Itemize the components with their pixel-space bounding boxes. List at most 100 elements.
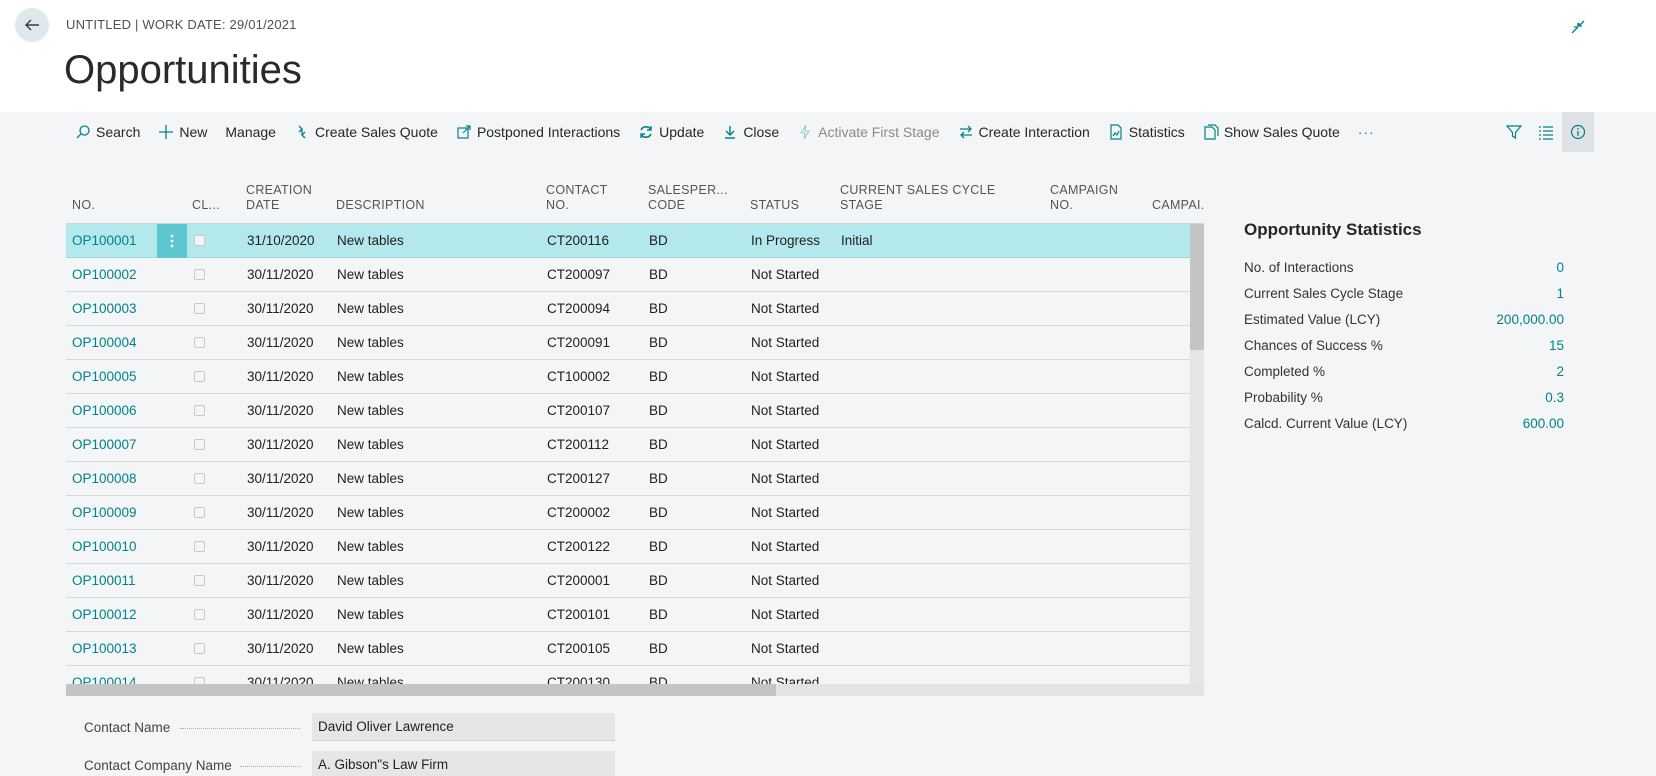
table-row[interactable]: OP100002 30/11/2020 New tables CT200097 BD No… <box>66 258 1204 292</box>
factbox-toggle-button[interactable] <box>1562 112 1594 152</box>
column-header-no[interactable]: NO. <box>72 198 95 213</box>
cell-creation-date: 30/11/2020 <box>247 471 314 486</box>
column-header-closed[interactable]: CL... <box>192 198 220 213</box>
table-row[interactable]: OP100003 30/11/2020 New tables CT200094 BD No… <box>66 292 1204 326</box>
factbox-value[interactable]: 0.3 <box>1545 390 1564 416</box>
cell-description: New tables <box>337 573 404 588</box>
table-row[interactable]: OP100004 30/11/2020 New tables CT200091 BD No… <box>66 326 1204 360</box>
cell-opportunity-no[interactable]: OP100005 <box>72 369 137 384</box>
closed-checkbox[interactable] <box>194 269 205 280</box>
column-header-campaign[interactable]: CAMPAI... <box>1152 198 1204 213</box>
cell-status: Not Started <box>751 403 820 418</box>
create-sales-quote-action[interactable]: Create Sales Quote <box>285 112 447 152</box>
factbox-value[interactable]: 2 <box>1556 364 1564 390</box>
column-header-creation-date[interactable]: CREATION DATE <box>246 183 312 213</box>
contact-company-input[interactable]: A. Gibson"s Law Firm <box>312 751 615 776</box>
cell-opportunity-no[interactable]: OP100010 <box>72 539 137 554</box>
cell-status: Not Started <box>751 437 820 452</box>
closed-checkbox[interactable] <box>194 575 205 586</box>
back-button[interactable] <box>15 8 49 42</box>
closed-checkbox[interactable] <box>194 507 205 518</box>
cell-opportunity-no[interactable]: OP100008 <box>72 471 137 486</box>
horizontal-scrollbar-thumb[interactable] <box>66 684 776 696</box>
cell-opportunity-no[interactable]: OP100009 <box>72 505 137 520</box>
search-action[interactable]: Search <box>66 112 149 152</box>
vertical-scrollbar-thumb[interactable] <box>1190 224 1204 350</box>
filter-button[interactable] <box>1498 112 1530 152</box>
closed-checkbox[interactable] <box>194 337 205 348</box>
cell-creation-date: 30/11/2020 <box>247 641 314 656</box>
collapse-button[interactable] <box>1566 15 1590 39</box>
document-icon <box>1204 124 1219 140</box>
close-action[interactable]: Close <box>713 112 788 152</box>
table-row[interactable]: OP100005 30/11/2020 New tables CT100002 BD No… <box>66 360 1204 394</box>
closed-checkbox[interactable] <box>194 609 205 620</box>
column-header-contact-no[interactable]: CONTACT NO. <box>546 183 608 213</box>
table-row[interactable]: OP100008 30/11/2020 New tables CT200127 BD No… <box>66 462 1204 496</box>
more-actions-button[interactable]: ··· <box>1349 112 1384 152</box>
closed-checkbox[interactable] <box>194 473 205 484</box>
closed-checkbox[interactable] <box>194 439 205 450</box>
column-header-status[interactable]: STATUS <box>750 198 799 213</box>
list-view-button[interactable] <box>1530 112 1562 152</box>
table-row[interactable]: OP100013 30/11/2020 New tables CT200105 BD No… <box>66 632 1204 666</box>
row-actions-menu-button[interactable] <box>157 224 187 258</box>
contact-company-label: Contact Company Name <box>84 758 232 773</box>
cell-opportunity-no[interactable]: OP100001 <box>72 233 137 248</box>
vertical-scrollbar[interactable] <box>1190 224 1204 696</box>
table-row[interactable]: OP100012 30/11/2020 New tables CT200101 BD No… <box>66 598 1204 632</box>
factbox-value[interactable]: 1 <box>1556 286 1564 312</box>
manage-action[interactable]: Manage <box>216 112 285 152</box>
cell-status: Not Started <box>751 335 820 350</box>
contact-name-input[interactable]: David Oliver Lawrence <box>312 713 615 741</box>
cell-salesperson-code: BD <box>649 301 668 316</box>
cell-description: New tables <box>337 301 404 316</box>
cell-opportunity-no[interactable]: OP100004 <box>72 335 137 350</box>
closed-checkbox[interactable] <box>194 541 205 552</box>
show-sales-quote-action[interactable]: Show Sales Quote <box>1194 112 1349 152</box>
closed-checkbox[interactable] <box>194 405 205 416</box>
closed-checkbox[interactable] <box>194 235 205 246</box>
closed-checkbox[interactable] <box>194 303 205 314</box>
column-header-description[interactable]: DESCRIPTION <box>336 198 425 213</box>
cell-opportunity-no[interactable]: OP100013 <box>72 641 137 656</box>
contact-company-leader <box>240 765 300 767</box>
horizontal-scrollbar[interactable] <box>66 684 1204 696</box>
cell-opportunity-no[interactable]: OP100007 <box>72 437 137 452</box>
cell-opportunity-no[interactable]: OP100002 <box>72 267 137 282</box>
cell-opportunity-no[interactable]: OP100006 <box>72 403 137 418</box>
column-header-salesperson-code[interactable]: SALESPER... CODE <box>648 183 728 213</box>
update-action[interactable]: Update <box>629 112 713 152</box>
cell-status: Not Started <box>751 539 820 554</box>
cell-contact-no: CT200097 <box>547 267 611 282</box>
factbox-row: Calcd. Current Value (LCY) 600.00 <box>1244 416 1564 442</box>
postponed-interactions-action[interactable]: Postponed Interactions <box>447 112 629 152</box>
factbox-value[interactable]: 200,000.00 <box>1496 312 1564 338</box>
factbox-label: Estimated Value (LCY) <box>1244 312 1381 327</box>
factbox-value[interactable]: 15 <box>1549 338 1564 364</box>
cell-status: Not Started <box>751 573 820 588</box>
activate-first-stage-action[interactable]: Activate First Stage <box>788 112 948 152</box>
table-row[interactable]: OP100001 31/10/2020 New tables CT200116 BD In… <box>66 224 1204 258</box>
cell-opportunity-no[interactable]: OP100011 <box>72 573 136 588</box>
column-header-campaign-no[interactable]: CAMPAIGN NO. <box>1050 183 1118 213</box>
factbox-value[interactable]: 0 <box>1556 260 1564 286</box>
table-row[interactable]: OP100009 30/11/2020 New tables CT200002 BD No… <box>66 496 1204 530</box>
table-row[interactable]: OP100011 30/11/2020 New tables CT200001 BD No… <box>66 564 1204 598</box>
cell-status: Not Started <box>751 267 820 282</box>
table-row[interactable]: OP100010 30/11/2020 New tables CT200122 BD No… <box>66 530 1204 564</box>
cell-opportunity-no[interactable]: OP100003 <box>72 301 137 316</box>
column-header-sales-cycle-stage[interactable]: CURRENT SALES CYCLE STAGE <box>840 183 996 213</box>
create-interaction-action[interactable]: Create Interaction <box>949 112 1099 152</box>
closed-checkbox[interactable] <box>194 371 205 382</box>
factbox-label: No. of Interactions <box>1244 260 1354 275</box>
new-action[interactable]: New <box>149 112 216 152</box>
table-row[interactable]: OP100006 30/11/2020 New tables CT200107 BD No… <box>66 394 1204 428</box>
statistics-action[interactable]: Statistics <box>1099 112 1194 152</box>
table-row[interactable]: OP100007 30/11/2020 New tables CT200112 BD No… <box>66 428 1204 462</box>
factbox-value[interactable]: 600.00 <box>1523 416 1564 442</box>
statistics-icon <box>1110 124 1122 140</box>
show-sales-quote-label: Show Sales Quote <box>1223 124 1340 140</box>
cell-opportunity-no[interactable]: OP100012 <box>72 607 137 622</box>
closed-checkbox[interactable] <box>194 643 205 654</box>
